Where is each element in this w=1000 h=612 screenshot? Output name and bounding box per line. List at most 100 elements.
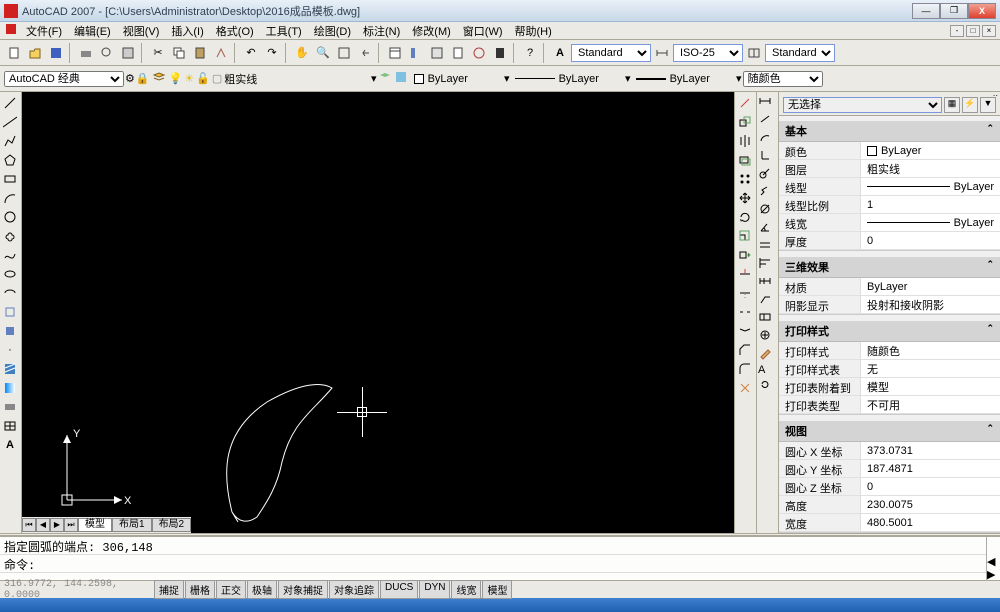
cut-icon[interactable]: ✂: [148, 43, 168, 63]
zoomprev-icon[interactable]: [355, 43, 375, 63]
dimstyle-icon[interactable]: [652, 43, 672, 63]
status-线宽[interactable]: 线宽: [451, 580, 481, 599]
dimord-icon[interactable]: [758, 148, 777, 165]
quickselect-icon[interactable]: ⚡: [962, 97, 978, 113]
plotstyle-combo[interactable]: 随颜色: [743, 71, 823, 87]
prop-row[interactable]: 打印样式随颜色: [779, 342, 1000, 360]
section-3d[interactable]: 三维效果⌃: [779, 257, 1000, 278]
dimbase-icon[interactable]: [758, 256, 777, 273]
layerstate-icon[interactable]: [394, 70, 408, 87]
menu-格式(O)[interactable]: 格式(O): [210, 22, 260, 40]
mirror-icon[interactable]: [736, 132, 754, 150]
prop-row[interactable]: 线型ByLayer: [779, 178, 1000, 196]
dimedit-icon[interactable]: [758, 346, 777, 363]
prop-row[interactable]: 圆心 Z 坐标0: [779, 478, 1000, 496]
break-icon[interactable]: [736, 303, 754, 321]
prop-row[interactable]: 厚度0: [779, 232, 1000, 250]
prop-value[interactable]: 模型: [861, 378, 1000, 395]
layerprev-icon[interactable]: [378, 70, 392, 87]
designcenter-icon[interactable]: [406, 43, 426, 63]
dimarc-icon[interactable]: [758, 130, 777, 147]
save-icon[interactable]: [46, 43, 66, 63]
status-DUCS[interactable]: DUCS: [380, 580, 418, 599]
join-icon[interactable]: [736, 322, 754, 340]
prop-value[interactable]: 480.5001: [861, 514, 1000, 531]
menu-绘图(D)[interactable]: 绘图(D): [308, 22, 357, 40]
table-icon[interactable]: [1, 417, 19, 435]
prop-row[interactable]: 圆心 Y 坐标187.4871: [779, 460, 1000, 478]
dimupdate-icon[interactable]: [758, 377, 777, 394]
new-icon[interactable]: [4, 43, 24, 63]
pan-icon[interactable]: ✋: [292, 43, 312, 63]
linetype-combo[interactable]: ByLayer▾: [511, 72, 631, 85]
prop-value[interactable]: 不可用: [861, 396, 1000, 413]
prop-value[interactable]: 0: [861, 232, 1000, 249]
undo-icon[interactable]: ↶: [241, 43, 261, 63]
prop-value[interactable]: ByLayer: [861, 178, 1000, 195]
stretch-icon[interactable]: [736, 246, 754, 264]
prop-row[interactable]: 阴影显示投射和接收阴影: [779, 296, 1000, 314]
publish-icon[interactable]: [118, 43, 138, 63]
tab-layout1[interactable]: 布局1: [112, 518, 152, 532]
props-icon[interactable]: [385, 43, 405, 63]
pickadd-icon[interactable]: ▦: [944, 97, 960, 113]
prop-row[interactable]: 颜色ByLayer: [779, 142, 1000, 160]
tab-layout2[interactable]: 布局2: [152, 518, 192, 532]
workspace-lock-icon[interactable]: 🔒: [136, 72, 150, 85]
dimjog-icon[interactable]: [758, 184, 777, 201]
redo-icon[interactable]: ↷: [262, 43, 282, 63]
dimdia-icon[interactable]: [758, 202, 777, 219]
status-对象捕捉[interactable]: 对象捕捉: [278, 580, 328, 599]
trim-icon[interactable]: [736, 265, 754, 283]
line-icon[interactable]: [1, 94, 19, 112]
erase-icon[interactable]: [736, 94, 754, 112]
revcloud-icon[interactable]: [1, 227, 19, 245]
textstyle-icon[interactable]: A: [550, 43, 570, 63]
offset-icon[interactable]: [736, 151, 754, 169]
toolpalette-icon[interactable]: [427, 43, 447, 63]
tab-model[interactable]: 模型: [78, 518, 112, 532]
close-button[interactable]: X: [968, 3, 996, 19]
prop-value[interactable]: ByLayer: [861, 214, 1000, 231]
app-menu-icon[interactable]: [4, 22, 18, 39]
selectobjects-icon[interactable]: ▼: [980, 97, 996, 113]
gradient-icon[interactable]: [1, 379, 19, 397]
prop-value[interactable]: ByLayer: [861, 142, 1000, 159]
command-line[interactable]: 指定圆弧的端点: 306,148 命令:◀ ▶: [0, 536, 1000, 580]
command-prompt[interactable]: 命令:: [0, 555, 986, 573]
sheetset-icon[interactable]: [448, 43, 468, 63]
chamfer-icon[interactable]: [736, 341, 754, 359]
copy-icon[interactable]: [169, 43, 189, 63]
prop-row[interactable]: 打印样式表无: [779, 360, 1000, 378]
tab-prev[interactable]: ◀: [36, 518, 50, 532]
zoomwin-icon[interactable]: [334, 43, 354, 63]
status-捕捉[interactable]: 捕捉: [154, 580, 184, 599]
array-icon[interactable]: [736, 170, 754, 188]
drawing-canvas[interactable]: Y X ⏮ ◀ ▶ ⏭ 模型 布局1 布局2: [22, 92, 734, 533]
menu-帮助(H)[interactable]: 帮助(H): [509, 22, 558, 40]
section-basic[interactable]: 基本⌃: [779, 121, 1000, 142]
explode-icon[interactable]: [736, 379, 754, 397]
dimtedit-icon[interactable]: A: [758, 364, 777, 376]
doc-minimize[interactable]: -: [950, 25, 964, 37]
prop-row[interactable]: 线宽ByLayer: [779, 214, 1000, 232]
qdim-icon[interactable]: [758, 238, 777, 255]
tab-last[interactable]: ⏭: [64, 518, 78, 532]
status-正交[interactable]: 正交: [216, 580, 246, 599]
maximize-button[interactable]: ❐: [940, 3, 968, 19]
xline-icon[interactable]: [1, 113, 19, 131]
rotate-icon[interactable]: [736, 208, 754, 226]
region-icon[interactable]: [1, 398, 19, 416]
tab-next[interactable]: ▶: [50, 518, 64, 532]
markup-icon[interactable]: [469, 43, 489, 63]
prop-value[interactable]: 373.0731: [861, 442, 1000, 459]
match-icon[interactable]: [211, 43, 231, 63]
tablestyle-icon[interactable]: [744, 43, 764, 63]
prop-value[interactable]: 0: [861, 478, 1000, 495]
lineweight-combo[interactable]: ByLayer▾: [632, 72, 742, 85]
menu-标注(N)[interactable]: 标注(N): [357, 22, 406, 40]
menu-视图(V)[interactable]: 视图(V): [117, 22, 166, 40]
prop-value[interactable]: 无: [861, 360, 1000, 377]
tablestyle-combo[interactable]: Standard: [765, 44, 835, 62]
insert-icon[interactable]: [1, 303, 19, 321]
